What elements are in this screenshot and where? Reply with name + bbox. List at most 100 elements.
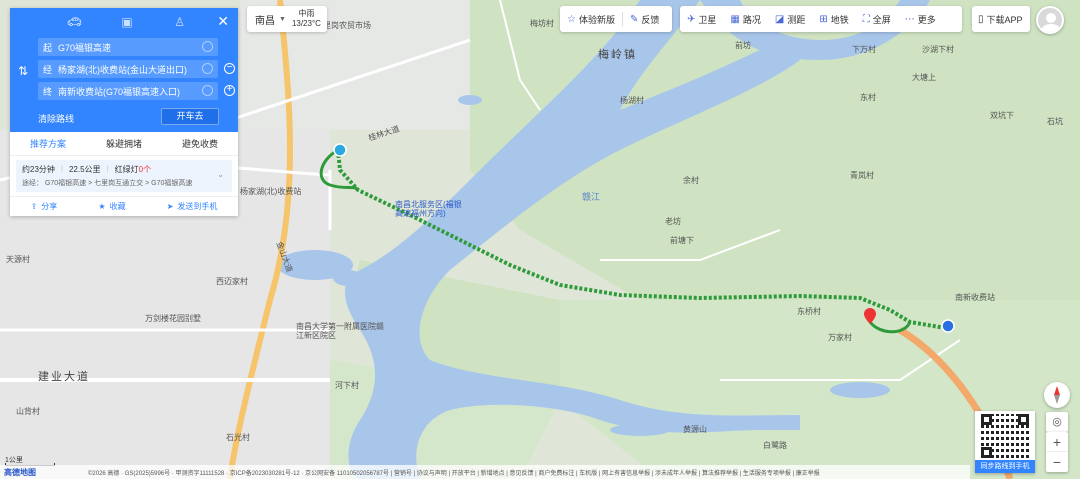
map-label: 西迈家村: [216, 277, 248, 286]
download-app-button[interactable]: ▯ 下载APP: [972, 6, 1030, 32]
city-selector[interactable]: 南昌 ▼ 中雨 13/23°C: [247, 6, 327, 32]
zoom-control: + −: [1046, 432, 1068, 472]
feedback-icon: ✎: [629, 13, 639, 25]
map-label: 老坊: [665, 217, 681, 226]
divider: |: [106, 164, 109, 173]
fullscreen-icon: ⛶: [862, 13, 870, 25]
eye-icon[interactable]: [202, 41, 213, 52]
fullscreen-button[interactable]: ⛶ 全屏: [856, 6, 898, 32]
car-icon[interactable]: 🚗︎: [65, 15, 83, 34]
lights-label: 红绿灯: [114, 165, 139, 174]
route-option-tabs: 推荐方案 躲避拥堵 避免收费: [10, 132, 238, 156]
tool-label: 路况: [742, 14, 761, 25]
satellite-button[interactable]: ✈ 卫星: [680, 6, 723, 32]
toolbar-right: ✈ 卫星 ▦ 路况 ◪ 测距 ⊞ 地铁 ⛶ 全屏 ⋯ 更多: [680, 6, 962, 32]
drive-button[interactable]: 开车去: [161, 108, 219, 125]
map-label: 东桥村: [797, 307, 821, 316]
map-label: 石光村: [226, 433, 250, 442]
map-label: 前塘下: [670, 236, 694, 245]
tool-label: 卫星: [698, 14, 717, 25]
start-point-field[interactable]: 起 G70福银高速: [38, 38, 218, 56]
tool-label: 更多: [917, 14, 936, 25]
feedback-button[interactable]: ✎ 反馈: [623, 6, 666, 32]
favorite-button[interactable]: ★ 收藏: [98, 201, 125, 212]
more-button[interactable]: ⋯ 更多: [898, 6, 943, 32]
add-waypoint-icon[interactable]: +: [224, 85, 235, 96]
traffic-button[interactable]: ▦ 路况: [723, 6, 767, 32]
map-label: 南昌北服务区(福银高速福州方向): [395, 200, 462, 218]
walk-icon[interactable]: ♙: [171, 15, 189, 34]
clear-route-link[interactable]: 清除路线: [38, 112, 74, 125]
qr-label[interactable]: 同步路线到手机: [975, 460, 1035, 473]
chevron-down-icon[interactable]: ⌄: [217, 170, 224, 179]
more-icon: ⋯: [904, 13, 915, 25]
compass-icon[interactable]: [1044, 382, 1070, 408]
weather-temp: 13/23°C: [291, 19, 321, 28]
weather-condition: 中雨: [298, 9, 315, 18]
end-point-field[interactable]: 终 南新收费站(G70福银高速入口): [38, 82, 218, 100]
waypoint-text: G70福银高速: [58, 42, 112, 53]
send-to-phone-button[interactable]: ➤ 发送到手机: [167, 201, 218, 212]
tab-recommended[interactable]: 推荐方案: [10, 132, 86, 155]
share-button[interactable]: ⇪ 分享: [31, 201, 58, 212]
waypoint-text: 杨家湖(北)收费站(金山大道出口): [58, 64, 188, 75]
map-label: 大塘上: [912, 73, 936, 82]
new-version-button[interactable]: ☆ 体验新版: [560, 6, 622, 32]
route-via: 途经： G70福银高速 > 七里岗互通立交 > G70福银高速: [22, 180, 193, 187]
map-label: 东村: [860, 93, 876, 102]
map-label: 梅坊村: [530, 19, 554, 28]
map-label: 双坑下: [990, 111, 1014, 120]
via-point-field[interactable]: 经 杨家湖(北)收费站(金山大道出口): [38, 60, 218, 78]
tab-avoid-tolls[interactable]: 避免收费: [162, 132, 238, 155]
action-label: 收藏: [109, 202, 126, 211]
remove-waypoint-icon[interactable]: −: [224, 63, 235, 74]
star-icon: ★: [98, 202, 106, 211]
map-label: 南新收费站: [955, 293, 995, 302]
map-label: 天源村: [6, 255, 30, 264]
ruler-button[interactable]: ◪ 测距: [768, 6, 812, 32]
tool-label: 测距: [787, 14, 806, 25]
tab-avoid-congestion[interactable]: 躲避拥堵: [86, 132, 162, 155]
qr-code-panel[interactable]: 同步路线到手机: [975, 411, 1035, 473]
subway-icon: ⊞: [819, 13, 828, 25]
user-avatar[interactable]: [1036, 6, 1064, 34]
locate-icon[interactable]: ◎: [1046, 412, 1068, 432]
footer-links[interactable]: ©2026 高德 · GS(2025)5996号 · 甲测资字11111528 …: [0, 465, 970, 479]
waypoint-tag: 起: [43, 42, 53, 53]
zoom-out-button[interactable]: −: [1046, 452, 1068, 472]
toolbar-left: ☆ 体验新版 ✎ 反馈: [560, 6, 672, 32]
qr-corner: [981, 414, 992, 425]
qr-corner: [981, 447, 992, 458]
divider: |: [60, 164, 63, 173]
map-label: 山背村: [16, 407, 40, 416]
subway-button[interactable]: ⊞ 地铁: [812, 6, 855, 32]
eye-icon[interactable]: [202, 63, 213, 74]
route-input-area: 🚗︎ ▣ ♙ ✕ ⇅ 起 G70福银高速 经 杨家湖(北)收费站(金山大道出口)…: [10, 8, 238, 132]
map-label: 南昌大学第一附属医院赣江新区院区: [296, 322, 384, 340]
waypoint-text: 南新收费站(G70福银高速入口): [58, 86, 181, 97]
route-summary[interactable]: 约23分钟 | 22.5公里 | 红绿灯0个 途经： G70福银高速 > 七里岗…: [16, 160, 232, 192]
tool-label: 反馈: [641, 14, 660, 25]
route-distance: 22.5公里: [68, 165, 101, 174]
zoom-in-button[interactable]: +: [1046, 432, 1068, 452]
amap-logo[interactable]: 高德地图: [4, 467, 36, 478]
bus-icon[interactable]: ▣: [118, 15, 136, 34]
qr-corner: [1018, 414, 1029, 425]
waypoint-tag: 终: [43, 86, 53, 97]
city-name: 南昌: [255, 15, 275, 27]
map-label: 下万村: [852, 45, 876, 54]
route-time: 约23分钟: [22, 165, 55, 174]
travel-mode-tabs: 🚗︎ ▣ ♙: [10, 8, 238, 34]
close-icon[interactable]: ✕: [217, 13, 229, 30]
send-icon: ➤: [166, 202, 174, 211]
swap-icon[interactable]: ⇅: [18, 64, 28, 78]
route-actions: ⇪ 分享 ★ 收藏 ➤ 发送到手机: [10, 196, 238, 216]
map-label: 赣江: [582, 192, 601, 202]
chevron-down-icon: ▼: [279, 15, 286, 23]
eye-icon[interactable]: [202, 85, 213, 96]
map-label: 河下村: [335, 381, 359, 390]
map-label: 万家村: [828, 333, 852, 342]
tool-label: 地铁: [830, 14, 849, 25]
download-app-item[interactable]: ▯ 下载APP: [972, 6, 1029, 32]
map-label: 余村: [683, 176, 699, 185]
